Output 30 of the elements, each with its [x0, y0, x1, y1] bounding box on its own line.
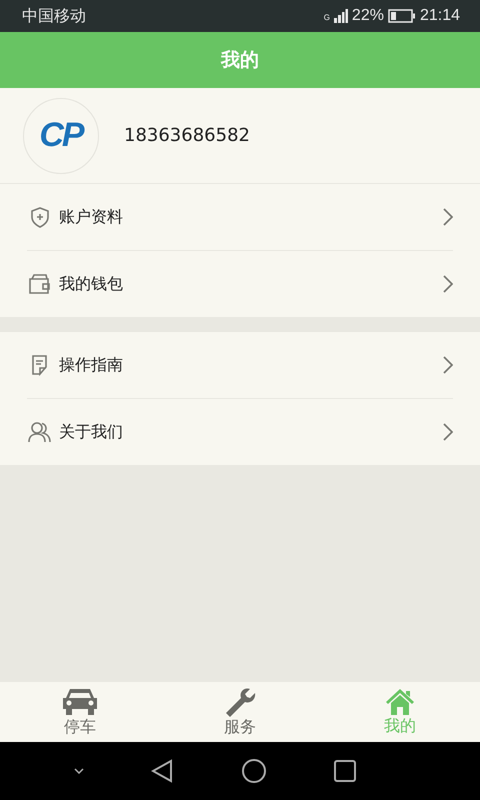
signal-icon	[334, 9, 348, 23]
tab[interactable]: 服务	[160, 682, 320, 742]
document-icon	[30, 354, 50, 376]
phone-number: 18363686582	[124, 125, 250, 146]
menu-item[interactable]: 操作指南	[27, 332, 453, 398]
avatar-logo[interactable]: CP	[23, 98, 99, 174]
chevron-right-icon	[443, 275, 453, 293]
network-type: G	[324, 13, 330, 22]
wallet-icon	[28, 273, 52, 295]
back-icon[interactable]	[151, 759, 174, 783]
menu-item[interactable]: 关于我们	[27, 398, 453, 465]
chevron-down-icon[interactable]	[74, 768, 84, 774]
square-icon[interactable]	[334, 760, 356, 782]
home-icon	[385, 688, 415, 716]
chevron-right-icon	[443, 208, 453, 226]
page-title: 我的	[221, 48, 259, 73]
people-icon	[28, 421, 52, 443]
menu-item[interactable]: 账户资料	[27, 184, 453, 250]
home-circle-icon[interactable]	[240, 758, 267, 784]
tab[interactable]: 停车	[0, 682, 160, 742]
menu-item[interactable]: 我的钱包	[27, 250, 453, 317]
shield-plus-icon	[29, 206, 51, 228]
carrier-name: 中国移动	[22, 6, 87, 26]
clock-time: 21:14	[420, 7, 460, 25]
battery-icon	[388, 9, 416, 23]
battery-percent: 22%	[352, 7, 384, 25]
chevron-right-icon	[443, 356, 453, 374]
wrench-icon	[224, 686, 256, 716]
chevron-right-icon	[443, 423, 453, 441]
car-icon	[61, 686, 99, 716]
